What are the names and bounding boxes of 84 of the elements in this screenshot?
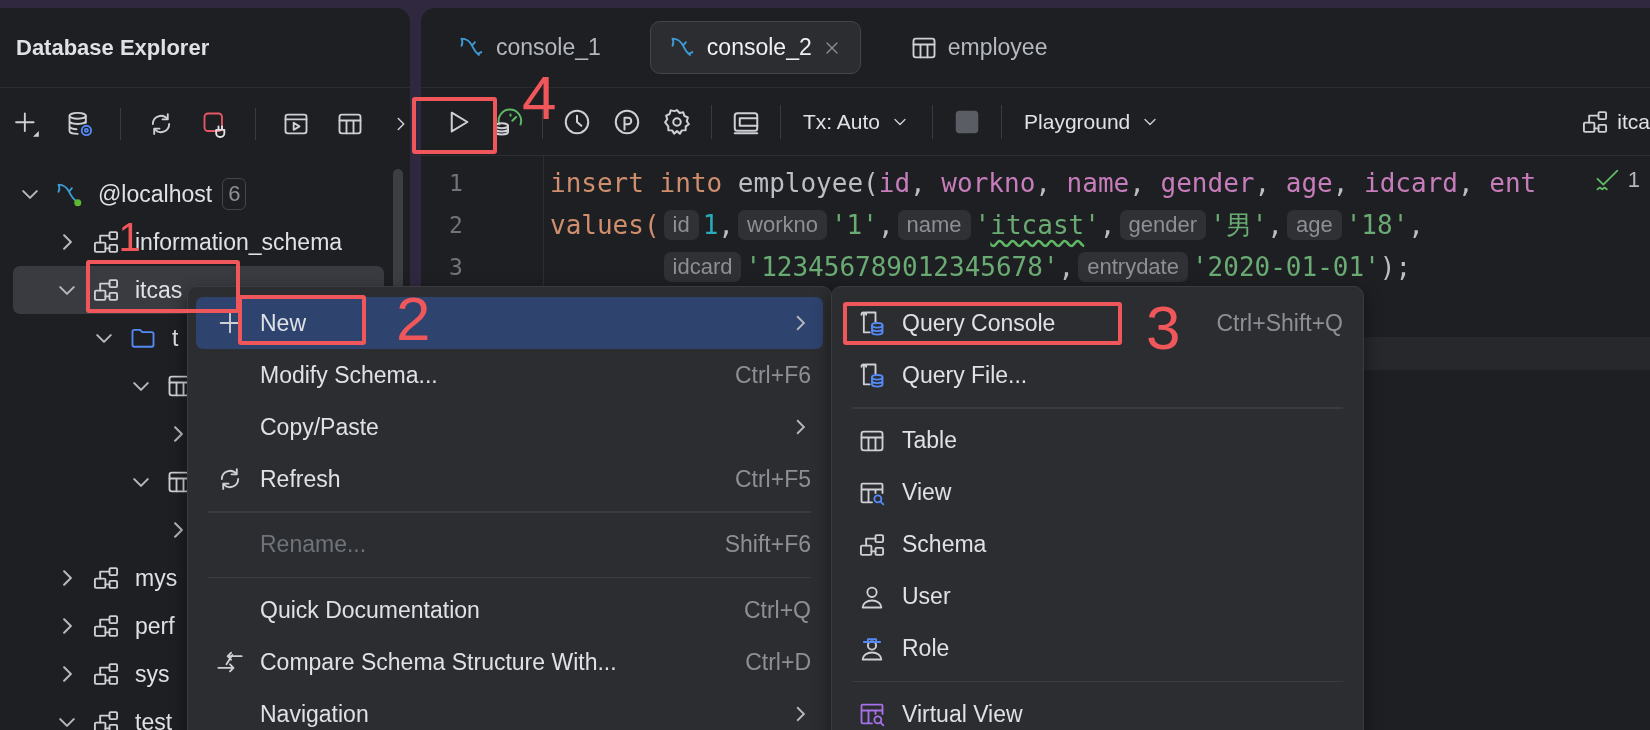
tree-item[interactable]: sys bbox=[135, 660, 170, 688]
shortcut-text: Ctrl+F5 bbox=[734, 465, 811, 493]
editor-tab[interactable]: console_2 bbox=[649, 21, 861, 74]
code-text: values( bbox=[550, 210, 660, 240]
shortcut-text: Shift+F6 bbox=[724, 531, 811, 558]
schema-icon bbox=[92, 564, 120, 592]
inspection-count[interactable]: 1 bbox=[1627, 167, 1640, 193]
parameter-hint: workno bbox=[738, 210, 827, 240]
parameter-hint: gender bbox=[1119, 210, 1206, 240]
chevron-down-icon[interactable] bbox=[133, 381, 149, 391]
menu-item[interactable]: User bbox=[902, 583, 951, 609]
chevron-down-icon[interactable] bbox=[133, 477, 149, 487]
line-number: 2 bbox=[448, 211, 464, 240]
schema-icon bbox=[92, 612, 120, 640]
parameter-hint: name bbox=[897, 210, 971, 240]
menu-item[interactable]: Role bbox=[902, 635, 950, 661]
chevron-right-icon[interactable] bbox=[173, 426, 183, 442]
schema-icon bbox=[92, 708, 120, 730]
parameter-hint: id bbox=[663, 210, 699, 240]
code-text: '18', bbox=[1345, 210, 1424, 240]
mode-dropdown[interactable]: Playground bbox=[1014, 99, 1171, 144]
count-badge: 6 bbox=[222, 178, 247, 210]
chevron-down-icon[interactable] bbox=[59, 717, 75, 727]
tree-item[interactable]: mys bbox=[135, 564, 178, 592]
tree-item[interactable]: information_schema bbox=[135, 228, 343, 256]
menu-item[interactable]: Schema bbox=[902, 531, 987, 557]
code-text: '2020-01-01'); bbox=[1191, 252, 1412, 282]
code-text: '123456789012345678', bbox=[745, 252, 1075, 282]
code-text: 1, bbox=[702, 210, 734, 240]
schema-selector[interactable]: itca bbox=[1617, 109, 1650, 134]
chevron-right-icon[interactable] bbox=[62, 234, 72, 250]
settings-icon[interactable] bbox=[662, 106, 692, 137]
query-console-icon bbox=[858, 309, 886, 337]
chevron-right-icon[interactable] bbox=[62, 666, 72, 682]
parameter-hint: idcard bbox=[663, 252, 742, 282]
code-text: insert into employee(id, workno, name, gender, age, idcard, ent bbox=[550, 168, 1537, 198]
chevron-down-icon[interactable] bbox=[96, 333, 112, 343]
step-number: 2 bbox=[396, 297, 431, 341]
menu-item[interactable]: Virtual View bbox=[902, 700, 1023, 727]
editor-tab[interactable]: console_1 bbox=[439, 21, 620, 74]
chevron-right-icon[interactable] bbox=[62, 570, 72, 586]
code-text: '男', bbox=[1210, 208, 1283, 242]
step-number: 4 bbox=[522, 76, 557, 120]
menu-item[interactable]: Modify Schema... bbox=[260, 361, 438, 388]
shortcut-text: Ctrl+Q bbox=[743, 596, 811, 624]
menu-item[interactable]: Query File... bbox=[902, 361, 1028, 388]
tree-item[interactable]: itcas bbox=[135, 276, 183, 304]
editor-tab[interactable]: employee bbox=[890, 21, 1067, 74]
menu-item[interactable]: Refresh bbox=[260, 465, 341, 492]
menu-item[interactable]: Query Console bbox=[902, 309, 1056, 336]
chevron-down-icon[interactable] bbox=[59, 285, 75, 295]
menu-item[interactable]: Table bbox=[902, 427, 957, 453]
menu-item[interactable]: Copy/Paste bbox=[260, 413, 379, 440]
tree-item[interactable]: test bbox=[135, 708, 173, 730]
shortcut-text: Ctrl+F6 bbox=[734, 361, 811, 389]
parameter-hint: entrydate bbox=[1078, 252, 1188, 282]
database-settings-icon[interactable] bbox=[66, 110, 94, 138]
chevron-down-icon[interactable] bbox=[22, 189, 38, 199]
schema-icon bbox=[92, 276, 120, 304]
menu-item[interactable]: Navigation bbox=[260, 700, 369, 727]
code-text: 'itcast', bbox=[974, 210, 1116, 240]
tree-item[interactable]: t bbox=[172, 324, 179, 352]
transaction-dropdown[interactable]: Tx: Auto bbox=[793, 99, 921, 144]
step-number: 1 bbox=[118, 216, 135, 258]
tree-item[interactable]: perf bbox=[135, 612, 175, 640]
query-file-icon bbox=[858, 361, 886, 389]
schema-icon bbox=[92, 660, 120, 688]
add-icon[interactable] bbox=[12, 110, 40, 138]
panel-title: Database Explorer bbox=[0, 8, 410, 88]
chevron-right-icon[interactable] bbox=[173, 522, 183, 538]
step-number: 3 bbox=[1146, 306, 1181, 350]
code-text: '1', bbox=[830, 210, 894, 240]
line-number: 3 bbox=[448, 253, 464, 282]
chevron-right-icon[interactable] bbox=[62, 618, 72, 634]
shortcut-text: Ctrl+D bbox=[745, 648, 811, 676]
parameter-hint: age bbox=[1287, 210, 1342, 240]
schema-icon bbox=[92, 228, 120, 256]
menu-item[interactable]: New bbox=[260, 309, 306, 336]
line-number: 1 bbox=[448, 169, 464, 198]
menu-item[interactable]: Quick Documentation bbox=[260, 596, 480, 623]
menu-item[interactable]: View bbox=[902, 479, 952, 505]
menu-item[interactable]: Compare Schema Structure With... bbox=[260, 648, 617, 675]
tree-item[interactable]: @localhost bbox=[98, 180, 213, 208]
shortcut-text: Ctrl+Shift+Q bbox=[1216, 309, 1343, 337]
